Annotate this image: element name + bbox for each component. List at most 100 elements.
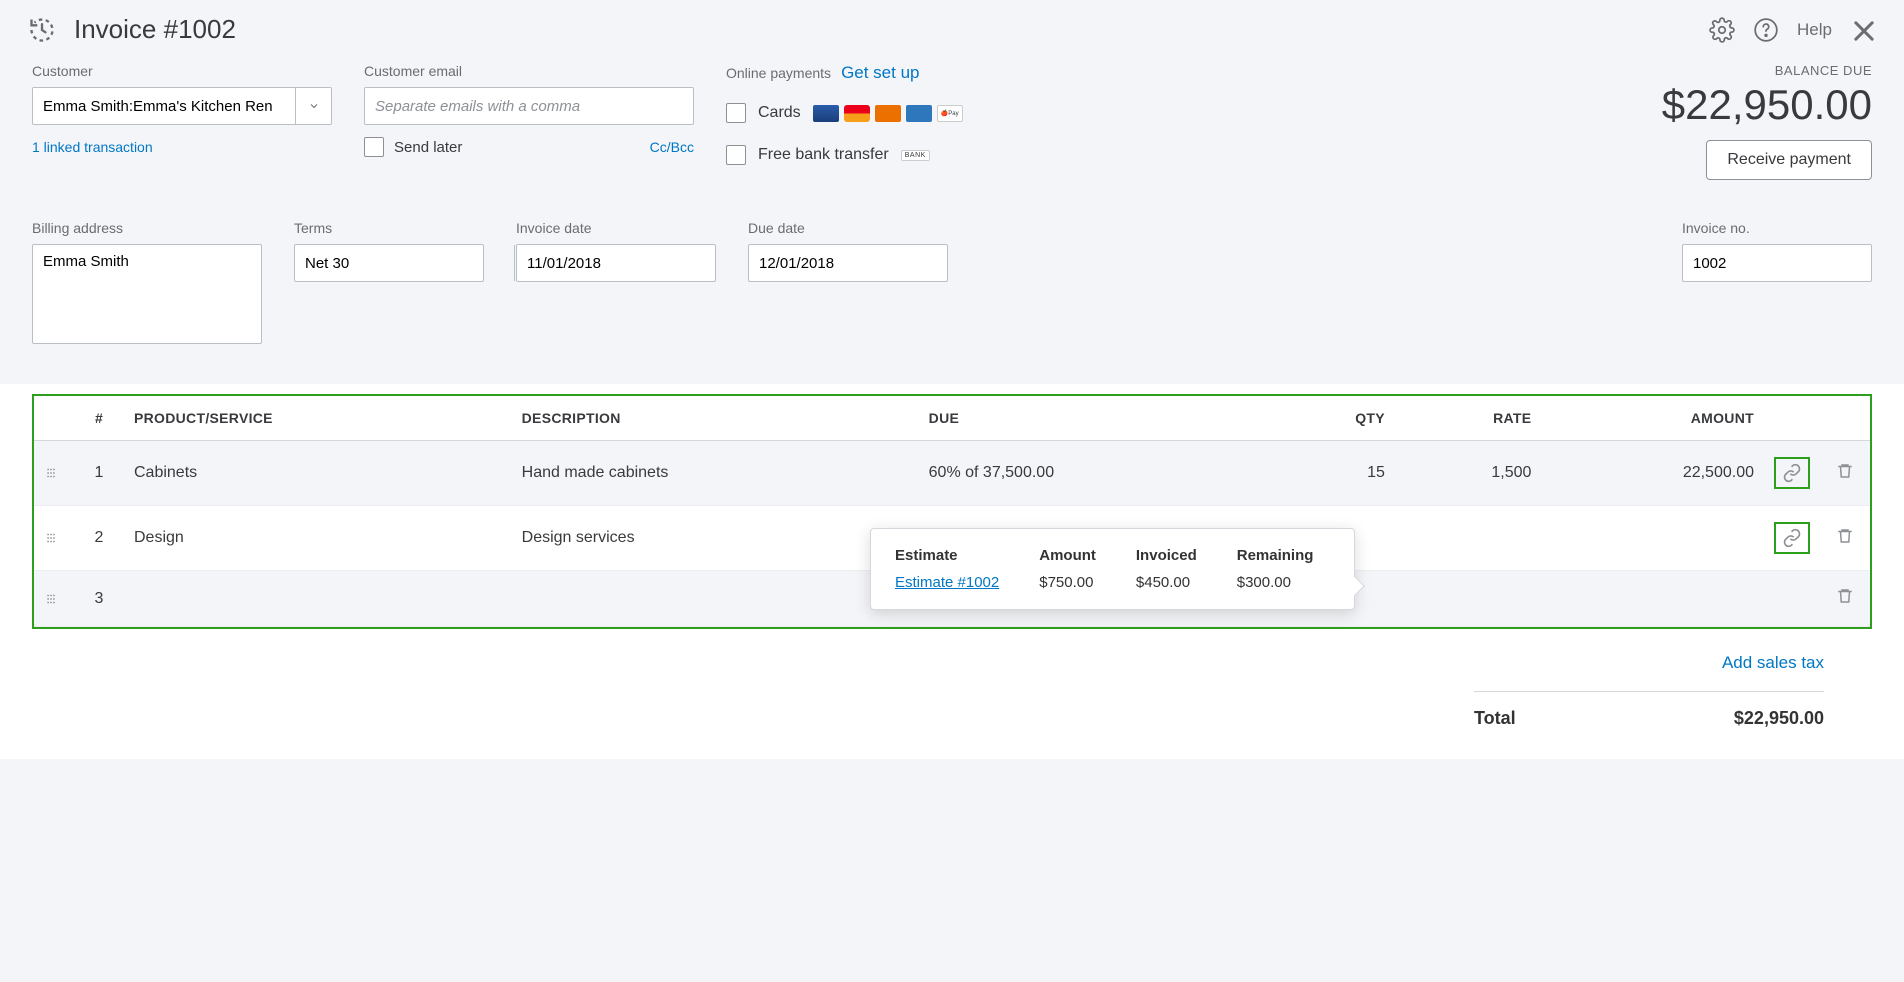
row-product[interactable]: Cabinets (124, 441, 512, 506)
link-icon[interactable] (1774, 457, 1810, 489)
chevron-down-icon[interactable] (295, 88, 331, 124)
email-label: Customer email (364, 63, 694, 79)
recent-icon[interactable] (28, 16, 56, 44)
bank-checkbox[interactable] (726, 145, 746, 165)
col-qty: QTY (1274, 396, 1395, 441)
col-num: # (74, 396, 124, 441)
gear-icon[interactable] (1709, 17, 1735, 43)
row-rate[interactable] (1395, 506, 1542, 571)
trash-icon[interactable] (1836, 527, 1854, 545)
balance-amount: $22,950.00 (1662, 82, 1872, 128)
table-row[interactable]: 1CabinetsHand made cabinets60% of 37,500… (34, 441, 1870, 506)
ccbcc-link[interactable]: Cc/Bcc (650, 139, 694, 155)
due-date-group: Due date (748, 220, 948, 344)
balance-group: BALANCE DUE $22,950.00 Receive payment (1662, 63, 1872, 180)
col-desc: DESCRIPTION (512, 396, 919, 441)
popup-amount: $750.00 (1039, 574, 1096, 591)
row-desc[interactable]: Design services (512, 506, 919, 571)
invoice-date-input[interactable] (516, 244, 716, 282)
row-amount[interactable]: 22,500.00 (1541, 441, 1764, 506)
terms-label: Terms (294, 220, 484, 236)
help-label[interactable]: Help (1797, 20, 1832, 40)
customer-select[interactable] (32, 87, 332, 125)
row-desc[interactable]: Hand made cabinets (512, 441, 919, 506)
page-title: Invoice #1002 (74, 14, 236, 45)
row-rate[interactable]: 1,500 (1395, 441, 1542, 506)
row-qty[interactable]: 15 (1274, 441, 1395, 506)
invoice-date-label: Invoice date (516, 220, 716, 236)
discover-icon (875, 105, 901, 122)
link-icon[interactable] (1774, 522, 1810, 554)
col-rate: RATE (1395, 396, 1542, 441)
total-label: Total (1474, 708, 1516, 729)
estimate-popup: Estimate Estimate #1002 Amount $750.00 I… (870, 528, 1355, 610)
visa-icon (813, 105, 839, 122)
invoice-date-group: Invoice date (516, 220, 716, 344)
row-amount[interactable] (1541, 506, 1764, 571)
amex-icon (906, 105, 932, 122)
customer-group: Customer 1 linked transaction (32, 63, 332, 155)
drag-handle-icon[interactable] (34, 441, 74, 506)
bank-badge: BANK (901, 150, 930, 161)
terms-select[interactable] (294, 244, 484, 282)
billing-input[interactable]: Emma Smith (32, 244, 262, 344)
balance-label: BALANCE DUE (1662, 63, 1872, 78)
popup-amount-header: Amount (1039, 547, 1096, 564)
row-desc[interactable] (512, 571, 919, 627)
add-sales-tax-link[interactable]: Add sales tax (1722, 653, 1824, 673)
receive-payment-button[interactable]: Receive payment (1706, 140, 1872, 180)
row-num: 3 (74, 571, 124, 627)
row-num: 1 (74, 441, 124, 506)
col-due: DUE (919, 396, 1274, 441)
row-rate[interactable] (1395, 571, 1542, 627)
terms-input[interactable] (295, 245, 514, 281)
row-num: 2 (74, 506, 124, 571)
cards-checkbox[interactable] (726, 103, 746, 123)
col-amount: AMOUNT (1541, 396, 1764, 441)
total-value: $22,950.00 (1734, 708, 1824, 729)
trash-icon[interactable] (1836, 587, 1854, 605)
send-later-checkbox[interactable] (364, 137, 384, 157)
terms-group: Terms (294, 220, 484, 344)
col-product: PRODUCT/SERVICE (124, 396, 512, 441)
email-group: Customer email Send later Cc/Bcc (364, 63, 694, 157)
row-amount[interactable] (1541, 571, 1764, 627)
get-setup-link[interactable]: Get set up (841, 63, 919, 83)
invoice-no-input[interactable] (1682, 244, 1872, 282)
card-badges: 🍎Pay (813, 105, 963, 122)
billing-group: Billing address Emma Smith (32, 220, 262, 344)
linked-transaction-link[interactable]: 1 linked transaction (32, 139, 332, 155)
popup-estimate-link[interactable]: Estimate #1002 (895, 574, 999, 591)
trash-icon[interactable] (1836, 462, 1854, 480)
mastercard-icon (844, 105, 870, 122)
drag-handle-icon[interactable] (34, 506, 74, 571)
popup-remaining: $300.00 (1237, 574, 1314, 591)
row-due[interactable]: 60% of 37,500.00 (919, 441, 1274, 506)
form-area: Customer 1 linked transaction Customer e… (0, 59, 1904, 384)
applepay-icon: 🍎Pay (937, 105, 963, 122)
row-product[interactable]: Design (124, 506, 512, 571)
close-icon[interactable] (1850, 17, 1876, 43)
billing-label: Billing address (32, 220, 262, 236)
popup-remaining-header: Remaining (1237, 547, 1314, 564)
help-icon[interactable] (1753, 17, 1779, 43)
invoice-no-label: Invoice no. (1682, 220, 1872, 236)
drag-handle-icon[interactable] (34, 571, 74, 627)
customer-label: Customer (32, 63, 332, 79)
row-product[interactable] (124, 571, 512, 627)
invoice-no-group: Invoice no. (1682, 220, 1872, 344)
popup-estimate-header: Estimate (895, 547, 999, 564)
cards-label: Cards (758, 104, 801, 122)
bank-label: Free bank transfer (758, 146, 889, 164)
email-input[interactable] (364, 87, 694, 125)
payments-label: Online payments (726, 65, 831, 81)
due-date-label: Due date (748, 220, 948, 236)
due-date-input[interactable] (748, 244, 948, 282)
customer-input[interactable] (33, 88, 295, 124)
payments-group: Online payments Get set up Cards 🍎Pay Fr… (726, 63, 986, 179)
popup-invoiced: $450.00 (1136, 574, 1197, 591)
total-row: Total $22,950.00 (1474, 691, 1824, 729)
send-later-label: Send later (394, 139, 462, 156)
popup-invoiced-header: Invoiced (1136, 547, 1197, 564)
header: Invoice #1002 Help (0, 0, 1904, 59)
